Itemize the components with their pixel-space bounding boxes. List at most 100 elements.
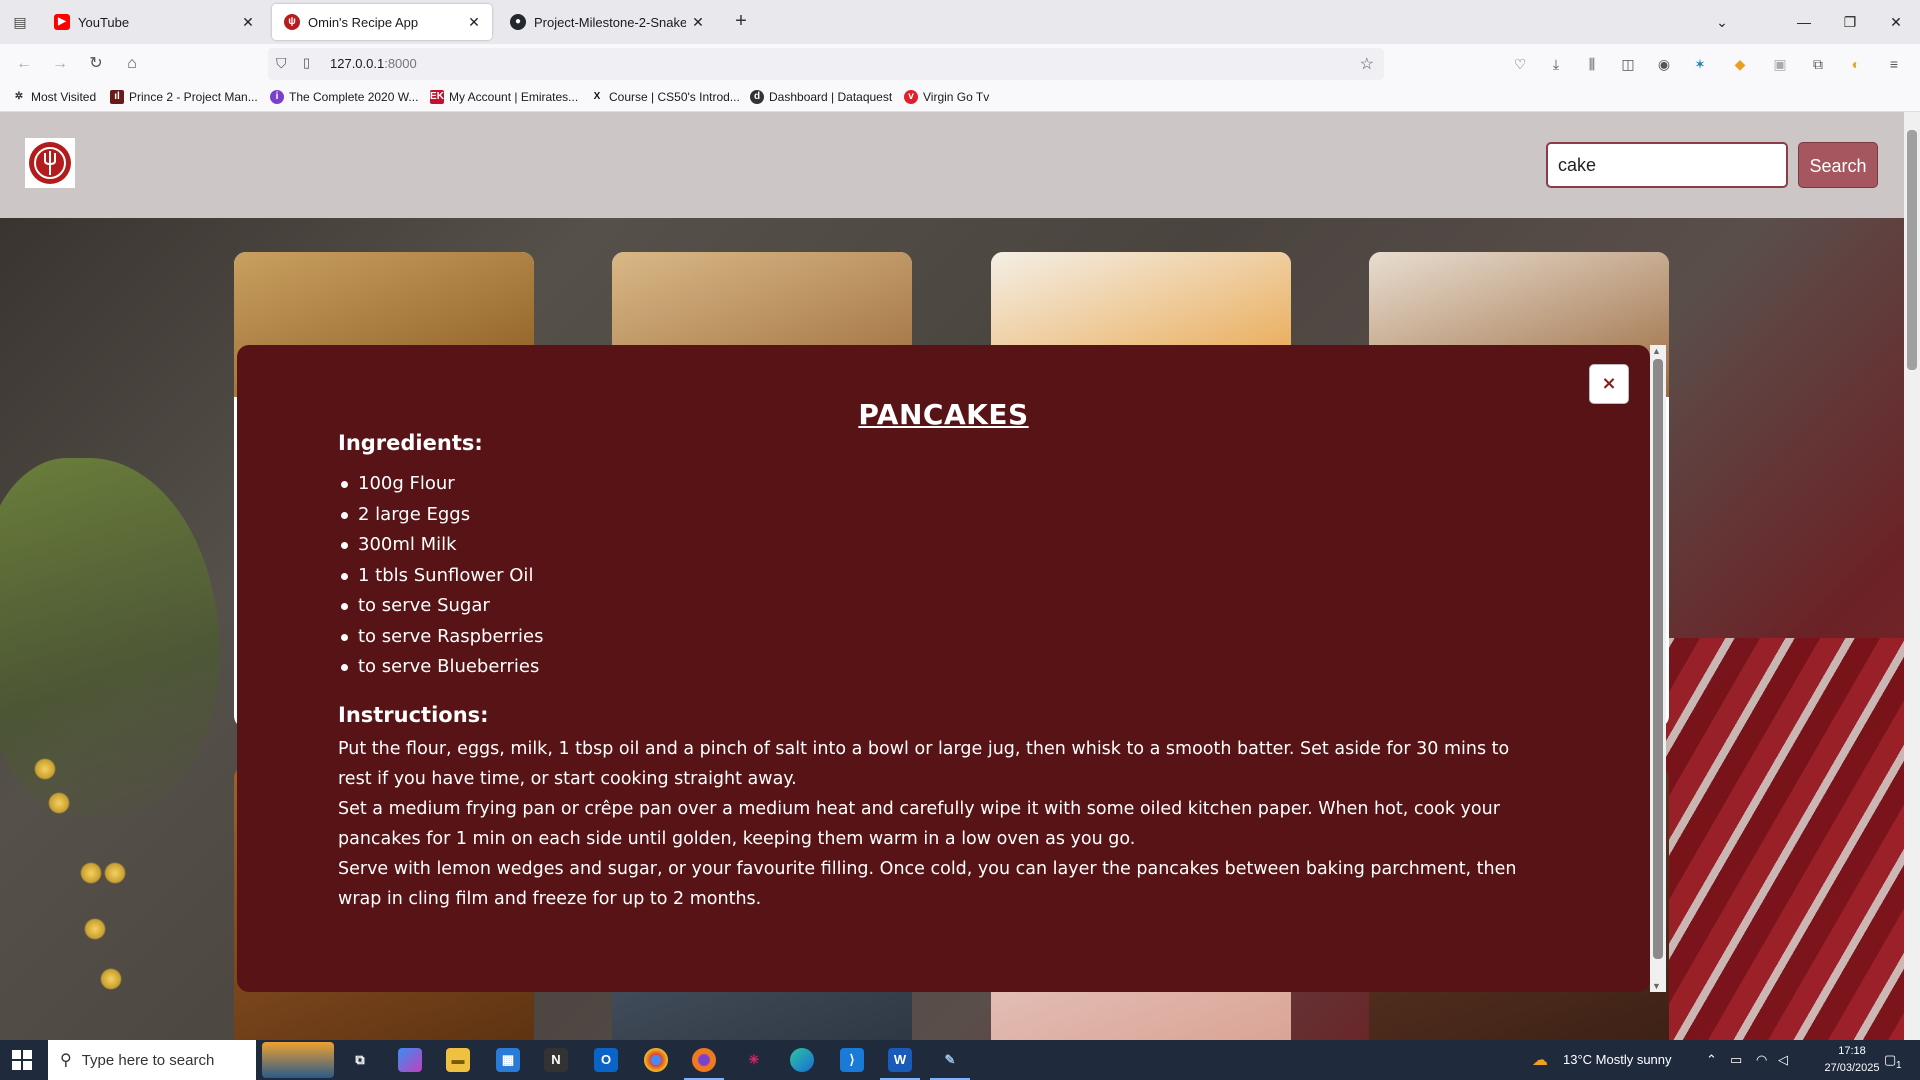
- tab-close-icon[interactable]: ✕: [462, 14, 486, 31]
- minimize-icon[interactable]: —: [1792, 10, 1816, 34]
- search-input[interactable]: [1546, 142, 1788, 188]
- browser-tab-bar: ▤ ▶ YouTube ✕ ψ Omin's Recipe App ✕ ● Pr…: [0, 0, 1920, 44]
- gear-icon: ✲: [14, 91, 24, 102]
- app-logo[interactable]: [25, 138, 75, 188]
- word-icon[interactable]: W: [880, 1048, 920, 1080]
- tab-youtube[interactable]: ▶ YouTube ✕: [42, 4, 266, 40]
- menu-icon[interactable]: ≡: [1884, 54, 1904, 74]
- taskbar-clock[interactable]: 17:18 27/03/2025: [1822, 1043, 1882, 1077]
- ingredients-list: 100g Flour 2 large Eggs 300ml Milk 1 tbl…: [338, 469, 543, 683]
- download-icon[interactable]: ⤓: [1546, 54, 1566, 74]
- ingredient-item: 2 large Eggs: [338, 500, 543, 531]
- bookmark-emirates[interactable]: EK My Account | Emirates...: [430, 90, 578, 104]
- close-window-icon[interactable]: ✕: [1884, 10, 1908, 34]
- recipe-title: PANCAKES: [858, 398, 1029, 431]
- account-icon[interactable]: ◉: [1654, 54, 1674, 74]
- forward-icon[interactable]: →: [48, 52, 72, 76]
- recipe-app-icon: ψ: [284, 14, 300, 30]
- ingredient-item: to serve Sugar: [338, 591, 543, 622]
- bookmark-most-visited[interactable]: ✲ Most Visited: [12, 90, 96, 104]
- fairy-light: [34, 758, 56, 780]
- copilot-icon[interactable]: [398, 1048, 422, 1072]
- new-tab-button[interactable]: +: [729, 10, 753, 34]
- notification-icon[interactable]: ▢: [1884, 1052, 1896, 1068]
- edge-icon[interactable]: [790, 1048, 814, 1072]
- ingredient-item: to serve Raspberries: [338, 622, 543, 653]
- extension-grey-icon[interactable]: ▣: [1770, 54, 1790, 74]
- slack-icon[interactable]: ✳: [742, 1048, 766, 1072]
- tray-chevron-icon[interactable]: ⌃: [1706, 1052, 1717, 1068]
- info-icon: i: [270, 90, 284, 104]
- extensions-puzzle-icon[interactable]: ⧉: [1808, 54, 1828, 74]
- store-icon[interactable]: ▦: [496, 1048, 520, 1072]
- volume-icon[interactable]: ◁: [1778, 1052, 1788, 1068]
- fairy-light: [80, 862, 102, 884]
- edx-icon: X: [593, 91, 601, 102]
- tab-recipe-app[interactable]: ψ Omin's Recipe App ✕: [272, 4, 492, 40]
- task-view-icon[interactable]: ⧉: [348, 1048, 372, 1072]
- notion-icon[interactable]: N: [544, 1048, 568, 1072]
- search-button[interactable]: Search: [1798, 142, 1878, 188]
- modal-scrollbar[interactable]: ▲ ▼: [1650, 345, 1666, 992]
- page-icon[interactable]: ▯: [303, 55, 310, 71]
- chrome-icon[interactable]: [644, 1048, 668, 1072]
- extension-icon[interactable]: ✶: [1690, 54, 1710, 74]
- instruction-step: Set a medium frying pan or crêpe pan ove…: [338, 799, 1500, 849]
- bookmark-virgin-go[interactable]: v Virgin Go Tv: [904, 90, 989, 104]
- address-bar[interactable]: ⛉ ▯ 127.0.0.1:8000 ☆: [268, 48, 1384, 80]
- wifi-icon[interactable]: ◠: [1756, 1052, 1767, 1068]
- home-icon[interactable]: ⌂: [120, 52, 144, 76]
- taskbar-search[interactable]: ⚲ Type here to search: [48, 1040, 256, 1080]
- scroll-down-icon[interactable]: ▼: [1652, 981, 1661, 991]
- weather-icon: ☁: [1532, 1052, 1548, 1069]
- windows-start-icon[interactable]: [12, 1050, 32, 1070]
- library-icon[interactable]: ⫼: [1582, 54, 1602, 74]
- pocket-icon[interactable]: ♡: [1510, 54, 1530, 74]
- tab-overflow-chevron-icon[interactable]: ⌄: [1710, 10, 1734, 34]
- battery-icon[interactable]: ▭: [1730, 1052, 1742, 1068]
- ingredient-item: 300ml Milk: [338, 530, 543, 561]
- back-icon[interactable]: ←: [12, 52, 36, 76]
- vscode-icon[interactable]: ⟩: [840, 1048, 864, 1072]
- notification-count: 1: [1896, 1060, 1902, 1071]
- instruction-step: Serve with lemon wedges and sugar, or yo…: [338, 859, 1517, 909]
- url-text[interactable]: 127.0.0.1:8000: [330, 56, 417, 71]
- bars-icon: ıl: [110, 90, 124, 104]
- tab-close-icon[interactable]: ✕: [236, 14, 260, 31]
- instruction-step: Put the flour, eggs, milk, 1 tbsp oil an…: [338, 739, 1510, 789]
- ingredient-item: 100g Flour: [338, 469, 543, 500]
- search-highlight-icon[interactable]: [262, 1042, 334, 1078]
- page-scroll-thumb[interactable]: [1907, 130, 1917, 370]
- scroll-up-icon[interactable]: ▲: [1652, 346, 1661, 356]
- paint-icon[interactable]: ✎: [930, 1048, 970, 1080]
- bookmark-prince2[interactable]: ıl Prince 2 - Project Man...: [110, 90, 258, 104]
- extension-orange-icon[interactable]: ◐: [1846, 54, 1866, 74]
- bookmark-cs50[interactable]: X Course | CS50's Introd...: [590, 90, 740, 104]
- ingredients-heading: Ingredients:: [338, 431, 483, 455]
- fairy-light: [104, 862, 126, 884]
- github-icon: ●: [510, 14, 526, 30]
- weather-text[interactable]: 13°C Mostly sunny: [1563, 1052, 1672, 1067]
- ingredient-item: to serve Blueberries: [338, 652, 543, 683]
- bookmark-dataquest[interactable]: d Dashboard | Dataquest: [750, 90, 892, 104]
- page-scrollbar[interactable]: [1904, 112, 1920, 1040]
- sidebar-icon[interactable]: ◫: [1618, 54, 1638, 74]
- tab-list-icon[interactable]: ▤: [8, 10, 32, 34]
- modal-scroll-thumb[interactable]: [1653, 359, 1663, 959]
- ingredient-item: 1 tbls Sunflower Oil: [338, 561, 543, 592]
- tab-close-icon[interactable]: ✕: [686, 14, 710, 31]
- reload-icon[interactable]: ↻: [84, 52, 108, 76]
- extension-badge-icon[interactable]: ◆: [1730, 54, 1750, 74]
- tab-github[interactable]: ● Project-Milestone-2-Snake/REA ✕: [498, 4, 716, 40]
- shield-icon[interactable]: ⛉: [276, 55, 287, 72]
- firefox-icon[interactable]: [684, 1048, 724, 1080]
- instructions-heading: Instructions:: [338, 703, 489, 727]
- virgin-icon: v: [904, 90, 918, 104]
- bookmark-star-icon[interactable]: ☆: [1360, 54, 1374, 74]
- outlook-icon[interactable]: O: [594, 1048, 618, 1072]
- recipe-modal: × PANCAKES Ingredients: 100g Flour 2 lar…: [237, 345, 1650, 992]
- file-explorer-icon[interactable]: ▬: [446, 1048, 470, 1072]
- restore-icon[interactable]: ❐: [1838, 10, 1862, 34]
- windows-taskbar: ⚲ Type here to search ⧉ ▬ ▦ N O ✳ ⟩ W ✎ …: [0, 1040, 1920, 1080]
- bookmark-complete-2020[interactable]: i The Complete 2020 W...: [270, 90, 418, 104]
